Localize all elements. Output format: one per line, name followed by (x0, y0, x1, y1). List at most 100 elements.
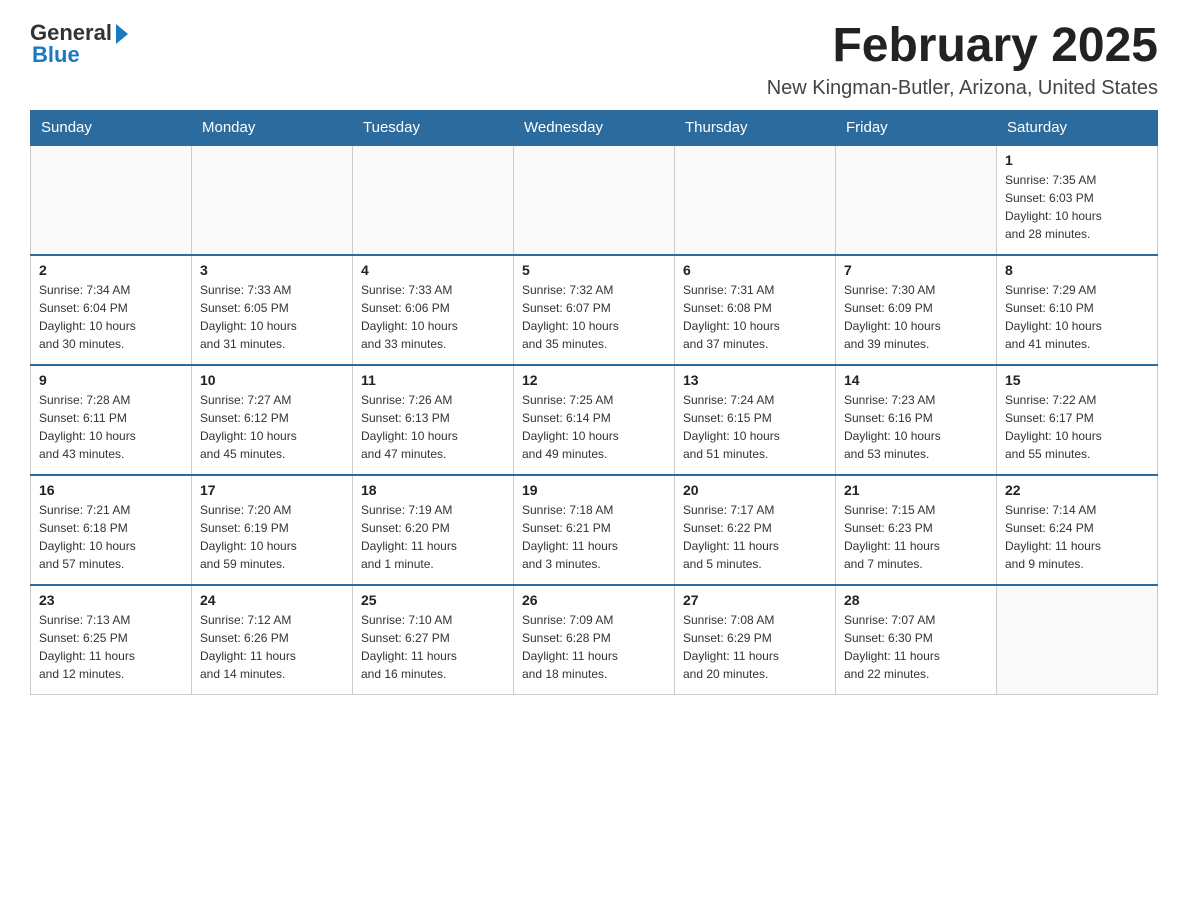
day-number: 1 (1005, 152, 1149, 168)
day-number: 7 (844, 262, 988, 278)
col-thursday: Thursday (675, 110, 836, 145)
calendar-cell-w2-d7: 8 Sunrise: 7:29 AM Sunset: 6:10 PM Daylig… (997, 255, 1158, 365)
title-section: February 2025 New Kingman-Butler, Arizon… (767, 20, 1158, 100)
day-info: Sunrise: 7:35 AM Sunset: 6:03 PM Dayligh… (1005, 171, 1149, 243)
day-number: 19 (522, 482, 666, 498)
logo-arrow-icon (116, 24, 128, 44)
calendar-cell-w4-d4: 19 Sunrise: 7:18 AM Sunset: 6:21 PM Dayli… (514, 475, 675, 585)
calendar-cell-w2-d1: 2 Sunrise: 7:34 AM Sunset: 6:04 PM Daylig… (31, 255, 192, 365)
day-info: Sunrise: 7:34 AM Sunset: 6:04 PM Dayligh… (39, 281, 183, 353)
calendar-cell-w1-d3 (353, 145, 514, 255)
calendar-cell-w5-d6: 28Sunrise: 7:07 AM Sunset: 6:30 PM Dayli… (836, 585, 997, 695)
calendar-cell-w1-d5 (675, 145, 836, 255)
calendar-cell-w3-d5: 13 Sunrise: 7:24 AM Sunset: 6:15 PM Dayli… (675, 365, 836, 475)
calendar-cell-w3-d3: 11 Sunrise: 7:26 AM Sunset: 6:13 PM Dayli… (353, 365, 514, 475)
calendar-cell-w5-d7 (997, 585, 1158, 695)
day-number: 12 (522, 372, 666, 388)
day-number: 18 (361, 482, 505, 498)
week-row-2: 2 Sunrise: 7:34 AM Sunset: 6:04 PM Daylig… (31, 255, 1158, 365)
day-number: 10 (200, 372, 344, 388)
page-header: General Blue February 2025 New Kingman-B… (30, 20, 1158, 100)
calendar-cell-w2-d4: 5 Sunrise: 7:32 AM Sunset: 6:07 PM Daylig… (514, 255, 675, 365)
calendar-cell-w4-d7: 22 Sunrise: 7:14 AM Sunset: 6:24 PM Dayli… (997, 475, 1158, 585)
day-info: Sunrise: 7:22 AM Sunset: 6:17 PM Dayligh… (1005, 391, 1149, 463)
day-number: 2 (39, 262, 183, 278)
subtitle: New Kingman-Butler, Arizona, United Stat… (767, 77, 1158, 100)
day-info: Sunrise: 7:10 AM Sunset: 6:27 PM Dayligh… (361, 611, 505, 683)
day-info: Sunrise: 7:25 AM Sunset: 6:14 PM Dayligh… (522, 391, 666, 463)
day-info: Sunrise: 7:32 AM Sunset: 6:07 PM Dayligh… (522, 281, 666, 353)
col-sunday: Sunday (31, 110, 192, 145)
day-number: 8 (1005, 262, 1149, 278)
day-number: 26 (522, 592, 666, 608)
day-number: 24 (200, 592, 344, 608)
day-number: 3 (200, 262, 344, 278)
day-number: 21 (844, 482, 988, 498)
calendar-cell-w4-d5: 20 Sunrise: 7:17 AM Sunset: 6:22 PM Dayli… (675, 475, 836, 585)
day-number: 22 (1005, 482, 1149, 498)
day-number: 20 (683, 482, 827, 498)
day-info: Sunrise: 7:33 AM Sunset: 6:05 PM Dayligh… (200, 281, 344, 353)
calendar-cell-w2-d2: 3 Sunrise: 7:33 AM Sunset: 6:05 PM Daylig… (192, 255, 353, 365)
day-info: Sunrise: 7:13 AM Sunset: 6:25 PM Dayligh… (39, 611, 183, 683)
day-info: Sunrise: 7:09 AM Sunset: 6:28 PM Dayligh… (522, 611, 666, 683)
week-row-4: 16Sunrise: 7:21 AM Sunset: 6:18 PM Dayli… (31, 475, 1158, 585)
day-info: Sunrise: 7:33 AM Sunset: 6:06 PM Dayligh… (361, 281, 505, 353)
calendar-cell-w5-d3: 25 Sunrise: 7:10 AM Sunset: 6:27 PM Dayli… (353, 585, 514, 695)
day-info: Sunrise: 7:21 AM Sunset: 6:18 PM Dayligh… (39, 501, 183, 573)
logo-blue-text: Blue (32, 42, 80, 68)
day-number: 15 (1005, 372, 1149, 388)
calendar-cell-w1-d2 (192, 145, 353, 255)
day-info: Sunrise: 7:23 AM Sunset: 6:16 PM Dayligh… (844, 391, 988, 463)
col-tuesday: Tuesday (353, 110, 514, 145)
day-info: Sunrise: 7:14 AM Sunset: 6:24 PM Dayligh… (1005, 501, 1149, 573)
day-info: Sunrise: 7:28 AM Sunset: 6:11 PM Dayligh… (39, 391, 183, 463)
day-number: 4 (361, 262, 505, 278)
calendar-cell-w1-d6 (836, 145, 997, 255)
day-number: 28 (844, 592, 988, 608)
day-info: Sunrise: 7:26 AM Sunset: 6:13 PM Dayligh… (361, 391, 505, 463)
calendar-cell-w3-d4: 12 Sunrise: 7:25 AM Sunset: 6:14 PM Dayli… (514, 365, 675, 475)
day-info: Sunrise: 7:30 AM Sunset: 6:09 PM Dayligh… (844, 281, 988, 353)
col-monday: Monday (192, 110, 353, 145)
calendar-cell-w1-d4 (514, 145, 675, 255)
calendar-cell-w4-d6: 21Sunrise: 7:15 AM Sunset: 6:23 PM Dayli… (836, 475, 997, 585)
week-row-5: 23 Sunrise: 7:13 AM Sunset: 6:25 PM Dayli… (31, 585, 1158, 695)
day-info: Sunrise: 7:29 AM Sunset: 6:10 PM Dayligh… (1005, 281, 1149, 353)
calendar-cell-w3-d1: 9 Sunrise: 7:28 AM Sunset: 6:11 PM Daylig… (31, 365, 192, 475)
day-number: 25 (361, 592, 505, 608)
calendar-header-row: Sunday Monday Tuesday Wednesday Thursday… (31, 110, 1158, 145)
day-info: Sunrise: 7:20 AM Sunset: 6:19 PM Dayligh… (200, 501, 344, 573)
day-info: Sunrise: 7:12 AM Sunset: 6:26 PM Dayligh… (200, 611, 344, 683)
day-number: 5 (522, 262, 666, 278)
col-wednesday: Wednesday (514, 110, 675, 145)
calendar-cell-w4-d2: 17 Sunrise: 7:20 AM Sunset: 6:19 PM Dayli… (192, 475, 353, 585)
calendar-cell-w5-d1: 23 Sunrise: 7:13 AM Sunset: 6:25 PM Dayli… (31, 585, 192, 695)
calendar-cell-w5-d2: 24 Sunrise: 7:12 AM Sunset: 6:26 PM Dayli… (192, 585, 353, 695)
day-number: 23 (39, 592, 183, 608)
day-number: 17 (200, 482, 344, 498)
logo: General Blue (30, 20, 128, 68)
calendar-cell-w2-d3: 4 Sunrise: 7:33 AM Sunset: 6:06 PM Daylig… (353, 255, 514, 365)
calendar-cell-w1-d1 (31, 145, 192, 255)
day-info: Sunrise: 7:08 AM Sunset: 6:29 PM Dayligh… (683, 611, 827, 683)
calendar-cell-w1-d7: 1 Sunrise: 7:35 AM Sunset: 6:03 PM Daylig… (997, 145, 1158, 255)
day-info: Sunrise: 7:18 AM Sunset: 6:21 PM Dayligh… (522, 501, 666, 573)
day-number: 6 (683, 262, 827, 278)
day-number: 11 (361, 372, 505, 388)
calendar-cell-w5-d5: 27Sunrise: 7:08 AM Sunset: 6:29 PM Dayli… (675, 585, 836, 695)
day-info: Sunrise: 7:19 AM Sunset: 6:20 PM Dayligh… (361, 501, 505, 573)
calendar-cell-w4-d1: 16Sunrise: 7:21 AM Sunset: 6:18 PM Dayli… (31, 475, 192, 585)
main-title: February 2025 (767, 20, 1158, 73)
day-info: Sunrise: 7:27 AM Sunset: 6:12 PM Dayligh… (200, 391, 344, 463)
day-info: Sunrise: 7:31 AM Sunset: 6:08 PM Dayligh… (683, 281, 827, 353)
day-number: 13 (683, 372, 827, 388)
day-number: 9 (39, 372, 183, 388)
calendar-cell-w4-d3: 18 Sunrise: 7:19 AM Sunset: 6:20 PM Dayli… (353, 475, 514, 585)
calendar-table: Sunday Monday Tuesday Wednesday Thursday… (30, 110, 1158, 696)
day-info: Sunrise: 7:24 AM Sunset: 6:15 PM Dayligh… (683, 391, 827, 463)
day-number: 14 (844, 372, 988, 388)
day-info: Sunrise: 7:17 AM Sunset: 6:22 PM Dayligh… (683, 501, 827, 573)
col-saturday: Saturday (997, 110, 1158, 145)
calendar-cell-w2-d5: 6 Sunrise: 7:31 AM Sunset: 6:08 PM Daylig… (675, 255, 836, 365)
